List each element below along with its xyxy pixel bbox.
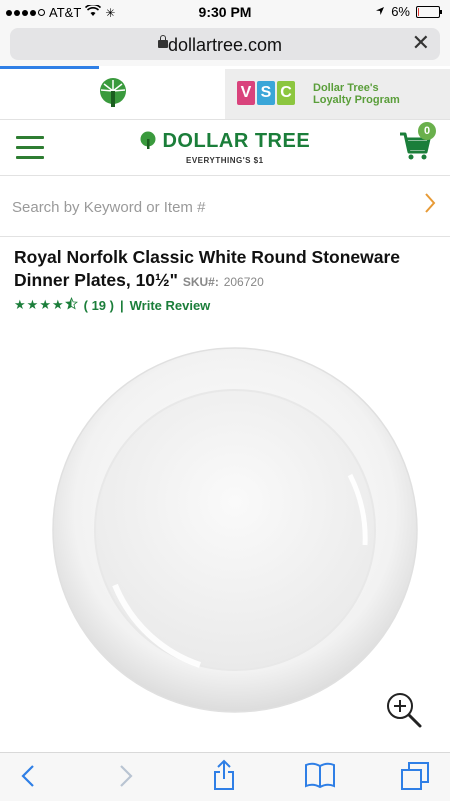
dollar-tree-logo[interactable]: DOLLAR TREE EVERYTHING'S $1 [138,130,311,165]
product-image[interactable] [50,345,420,715]
search-submit-chevron-icon[interactable] [424,192,436,220]
review-count-link[interactable]: ( 19 ) [84,298,114,313]
write-review-link[interactable]: Write Review [130,298,211,313]
share-icon[interactable] [212,759,236,796]
location-arrow-icon [375,4,385,19]
address-bar[interactable]: dollartree.com ✕ [10,28,440,60]
logo-tree-icon [140,131,156,149]
vsc-letter-c: C [277,81,295,105]
sku-label: SKU#: [182,275,219,289]
vsc-caption: Dollar Tree's Loyalty Program [313,82,400,106]
tabs-icon[interactable] [400,761,430,796]
vsc-letter-s: S [257,81,275,105]
browser-url-area: dollartree.com ✕ [0,24,450,66]
dollar-tree-logo-icon [100,78,126,107]
logo-wordmark: DOLLAR TREE [162,130,311,152]
url-text[interactable]: dollartree.com [10,35,440,56]
vsc-caption-line1: Dollar Tree's [313,82,379,94]
star-full-icon: ★ [14,297,26,312]
battery-percent: 6% [391,4,410,19]
stop-loading-button[interactable]: ✕ [412,32,430,54]
brand-tabs: V S C Dollar Tree's Loyalty Program [0,69,450,119]
menu-icon[interactable] [16,136,44,160]
product-title: Royal Norfolk Classic White Round Stonew… [14,246,444,294]
search-input[interactable] [10,194,404,220]
star-full-icon: ★ [39,297,51,312]
search-bar [0,175,450,237]
logo-tagline: EVERYTHING'S $1 [186,156,264,165]
vsc-caption-line2: Loyalty Program [313,94,400,106]
bookmarks-icon[interactable] [304,761,336,794]
forward-icon[interactable] [118,763,134,794]
star-full-icon: ★ [26,297,39,312]
star-rating[interactable]: ★ ★ ★ ★ [14,297,78,313]
battery-icon [416,5,442,18]
battery-level [418,7,419,16]
rating-separator: | [119,297,124,313]
star-full-icon: ★ [51,297,64,312]
sku-value: 206720 [223,275,264,289]
star-half-icon [64,297,78,313]
tab-vsc-loyalty[interactable]: V S C Dollar Tree's Loyalty Program [225,69,450,119]
browser-toolbar [0,752,450,801]
status-right: 6% [375,4,442,19]
zoom-in-icon[interactable] [384,690,424,735]
vsc-letter-v: V [237,81,255,105]
rating-row: ★ ★ ★ ★ ( 19 ) | Write Review [14,297,210,313]
cart-button[interactable]: 0 [398,122,436,167]
status-bar: AT&T ✳ 9:30 PM 6% [0,0,450,24]
cart-count-badge: 0 [418,122,436,140]
site-header: DOLLAR TREE EVERYTHING'S $1 0 [0,119,450,176]
tab-dollar-tree[interactable] [0,69,225,119]
back-icon[interactable] [20,763,36,794]
vsc-logo: V S C [237,81,295,105]
